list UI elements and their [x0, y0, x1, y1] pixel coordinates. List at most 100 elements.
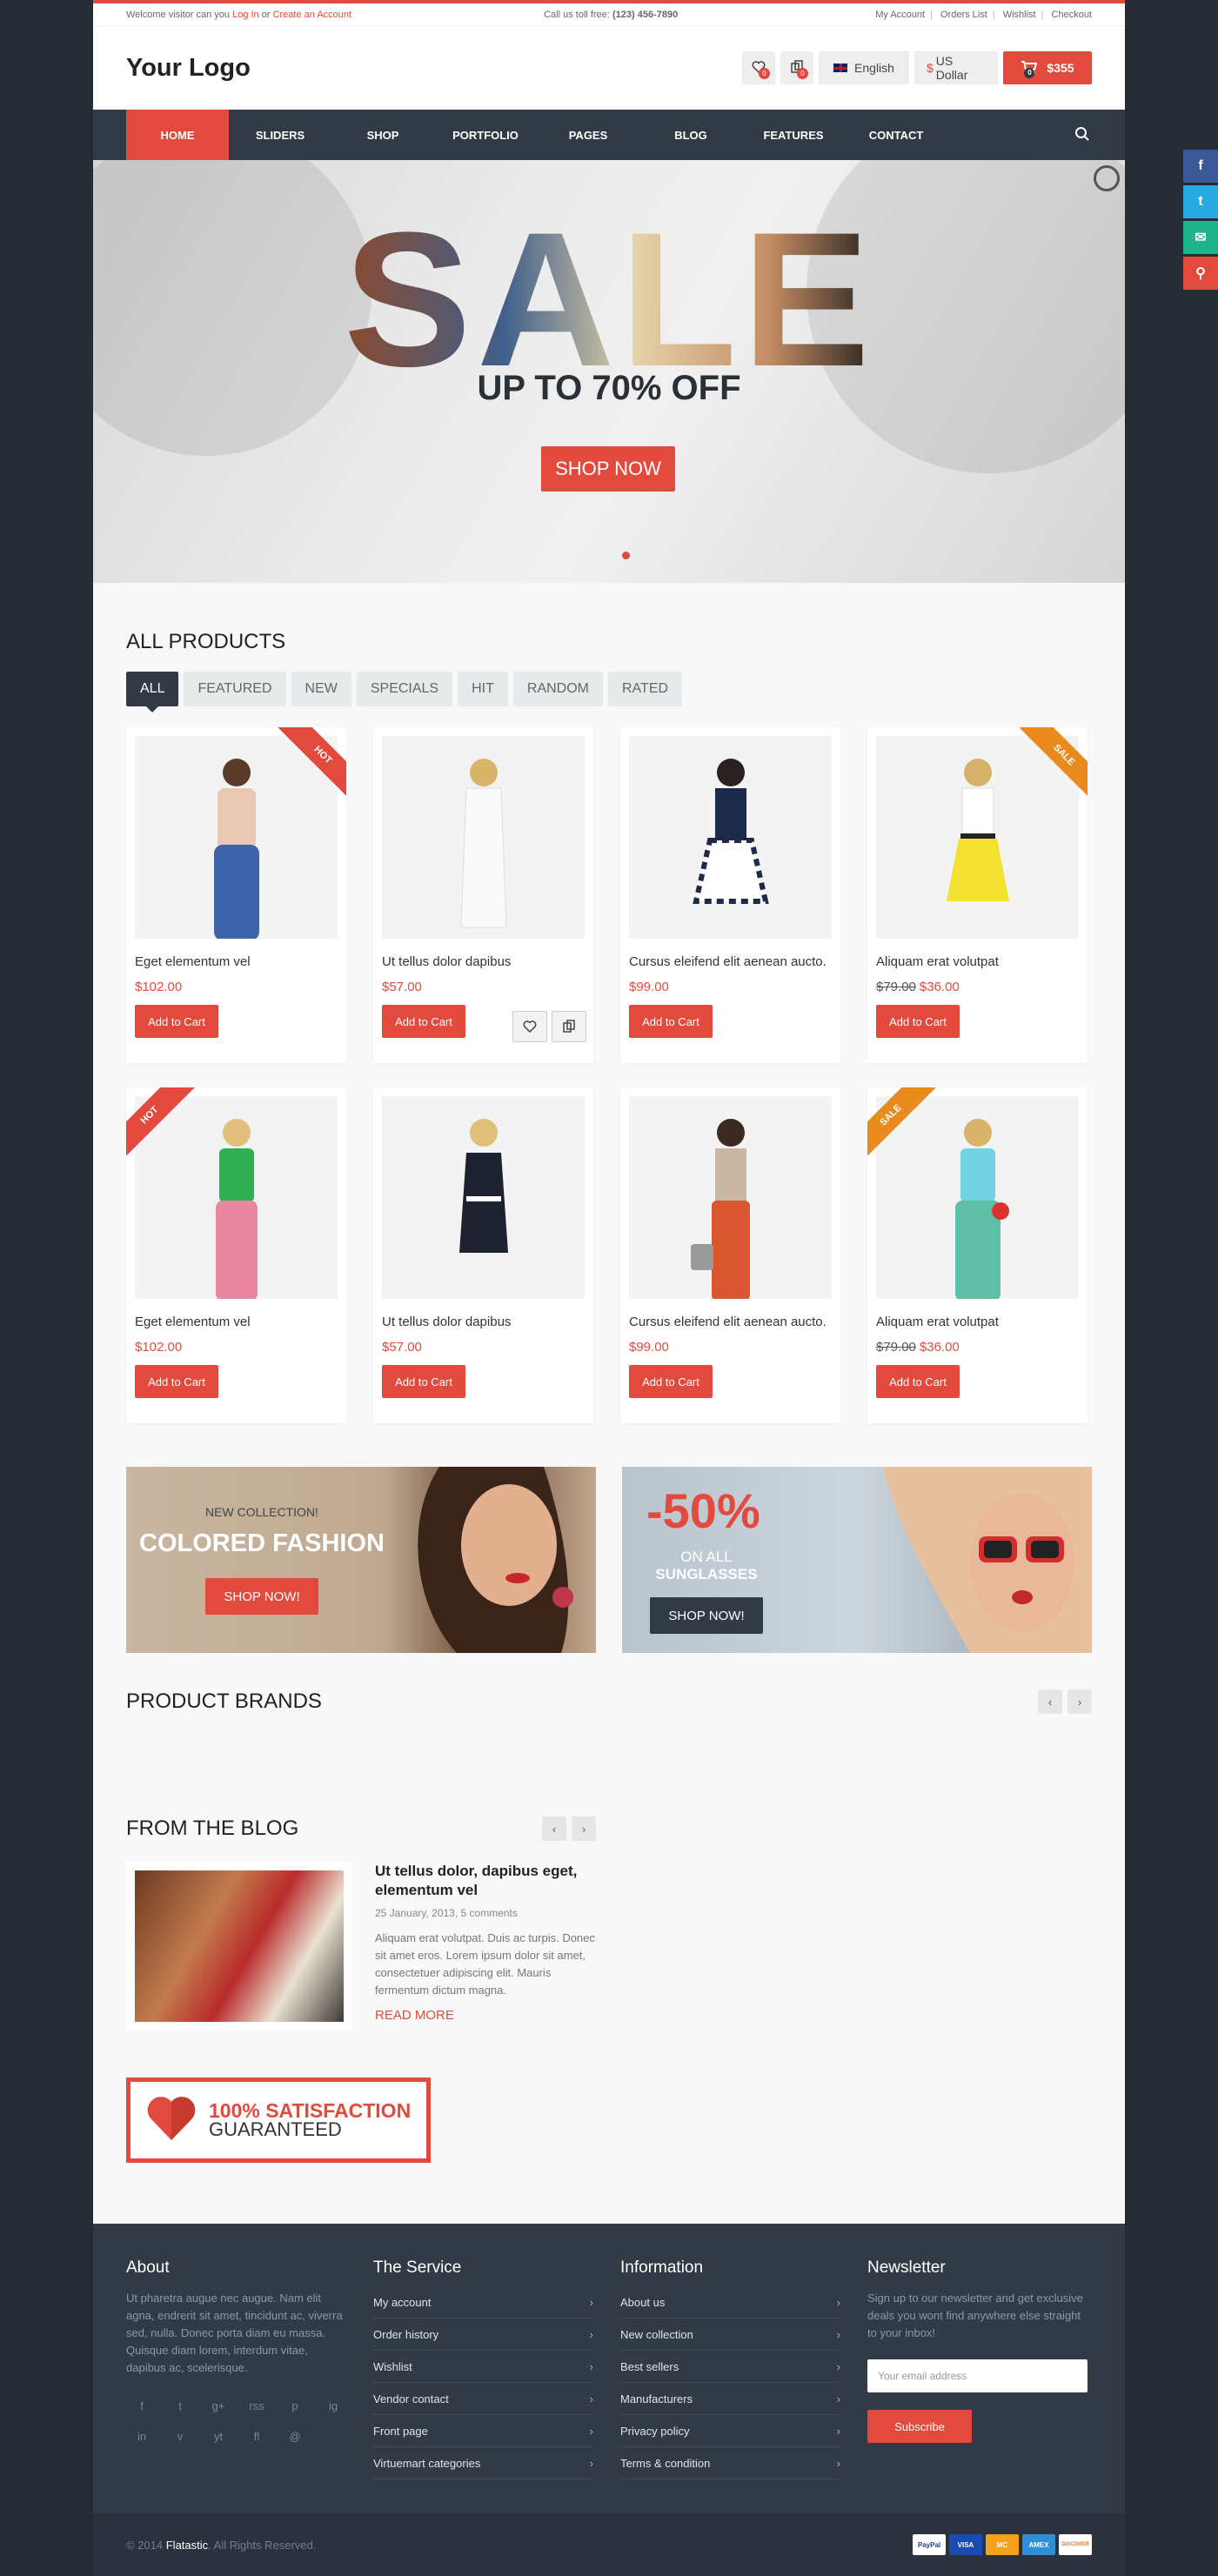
product-name[interactable]: Ut tellus dolor dapibus [382, 1315, 585, 1329]
youtube-icon[interactable]: yt [210, 2430, 227, 2443]
orders-list-link[interactable]: Orders List [940, 10, 987, 20]
pinterest-icon[interactable]: p [286, 2399, 304, 2412]
footer-link-wishlist[interactable]: Wishlist › [373, 2351, 593, 2383]
product-card[interactable]: SALE Aliquam erat volutpat $79.00 $36.00 … [867, 1087, 1088, 1423]
add-to-cart-button[interactable]: Add to Cart [382, 1365, 465, 1398]
product-name[interactable]: Aliquam erat volutpat [876, 1315, 1079, 1329]
hero-shop-now-button[interactable]: SHOP NOW [541, 446, 675, 492]
footer-link-best-sellers[interactable]: Best sellers › [620, 2351, 840, 2383]
footer-link-order-history[interactable]: Order history › [373, 2318, 593, 2351]
footer-link-new-collection[interactable]: New collection › [620, 2318, 840, 2351]
brands-prev-button[interactable]: ‹ [1038, 1689, 1062, 1714]
filter-rated[interactable]: RATED [608, 672, 683, 706]
filter-all[interactable]: ALL [126, 672, 179, 713]
footer-link-terms[interactable]: Terms & condition › [620, 2447, 840, 2479]
product-name[interactable]: Cursus eleifend elit aenean aucto. [629, 954, 832, 969]
instagram-icon[interactable]: ig [325, 2399, 342, 2412]
search-icon[interactable] [1074, 126, 1090, 146]
wishlist-heart-icon[interactable] [512, 1011, 547, 1042]
footer-link-manufacturers[interactable]: Manufacturers › [620, 2383, 840, 2415]
nav-pages[interactable]: PAGES [537, 110, 639, 160]
banner-shop-now-button[interactable]: SHOP NOW! [205, 1578, 318, 1615]
compare-icon[interactable] [552, 1011, 586, 1042]
product-image[interactable] [135, 1096, 338, 1299]
blog-post-title[interactable]: Ut tellus dolor, dapibus eget, elementum… [375, 1862, 596, 1900]
rss-icon[interactable]: rss [248, 2399, 265, 2412]
linkedin-icon[interactable]: in [133, 2430, 151, 2443]
footer-link-vendor-contact[interactable]: Vendor contact › [373, 2383, 593, 2415]
filter-featured[interactable]: FEATURED [184, 672, 286, 706]
product-image[interactable] [876, 1096, 1079, 1299]
email-icon[interactable]: @ [286, 2430, 304, 2443]
brand-link[interactable]: Flatastic [166, 2539, 208, 2552]
twitter-share-icon[interactable]: t [1183, 185, 1218, 218]
cart-button[interactable]: 0 $355 [1003, 51, 1092, 84]
wishlist-link[interactable]: Wishlist [1003, 10, 1036, 20]
newsletter-email-input[interactable]: Your email address [867, 2359, 1088, 2392]
facebook-share-icon[interactable]: f [1183, 150, 1218, 183]
add-to-cart-button[interactable]: Add to Cart [876, 1005, 960, 1038]
footer-link-front-page[interactable]: Front page › [373, 2415, 593, 2447]
nav-portfolio[interactable]: PORTFOLIO [434, 110, 537, 160]
google-plus-icon[interactable]: g+ [210, 2399, 227, 2412]
product-name[interactable]: Eget elementum vel [135, 954, 338, 969]
product-image[interactable] [135, 736, 338, 939]
colored-fashion-banner[interactable]: NEW COLLECTION! COLORED FASHION SHOP NOW… [126, 1467, 596, 1653]
add-to-cart-button[interactable]: Add to Cart [382, 1005, 465, 1038]
product-card[interactable]: Cursus eleifend elit aenean aucto. $99.0… [620, 727, 840, 1063]
read-more-link[interactable]: READ MORE [375, 2008, 596, 2023]
nav-shop[interactable]: SHOP [331, 110, 434, 160]
location-pin-icon[interactable]: ⚲ [1183, 257, 1218, 290]
sunglasses-banner[interactable]: -50% ON ALL SUNGLASSES SHOP NOW! [622, 1467, 1092, 1653]
add-to-cart-button[interactable]: Add to Cart [135, 1005, 218, 1038]
add-to-cart-button[interactable]: Add to Cart [135, 1365, 218, 1398]
currency-selector[interactable]: $ US Dollar [914, 51, 998, 84]
footer-link-my-account[interactable]: My account › [373, 2286, 593, 2318]
vimeo-icon[interactable]: v [171, 2430, 189, 2443]
product-name[interactable]: Eget elementum vel [135, 1315, 338, 1329]
product-image[interactable] [629, 736, 832, 939]
slider-dot[interactable] [622, 552, 630, 559]
product-card[interactable]: SALE Aliquam erat volutpat $79.00 $36.00 … [867, 727, 1088, 1063]
product-image[interactable] [629, 1096, 832, 1299]
product-name[interactable]: Cursus eleifend elit aenean aucto. [629, 1315, 832, 1329]
blog-post-image[interactable] [126, 1862, 352, 2031]
login-link[interactable]: Log In [232, 10, 259, 20]
twitter-icon[interactable]: t [171, 2399, 189, 2412]
product-card[interactable]: Ut tellus dolor dapibus $57.00 Add to Ca… [373, 1087, 593, 1423]
brands-next-button[interactable]: › [1067, 1689, 1092, 1714]
product-card[interactable]: Cursus eleifend elit aenean aucto. $99.0… [620, 1087, 840, 1423]
footer-link-privacy-policy[interactable]: Privacy policy › [620, 2415, 840, 2447]
compare-button[interactable]: 0 [780, 51, 813, 84]
nav-home[interactable]: HOME [126, 110, 229, 160]
nav-features[interactable]: FEATURES [742, 110, 845, 160]
blog-next-button[interactable]: › [572, 1817, 596, 1841]
product-image[interactable] [382, 736, 585, 939]
blog-prev-button[interactable]: ‹ [542, 1817, 566, 1841]
nav-sliders[interactable]: SLIDERS [229, 110, 331, 160]
banner-shop-now-button[interactable]: SHOP NOW! [650, 1597, 763, 1634]
product-image[interactable] [382, 1096, 585, 1299]
product-card[interactable]: HOT Eget elementum vel $102.00 Add to Ca… [126, 727, 346, 1063]
checkout-link[interactable]: Checkout [1052, 10, 1092, 20]
email-share-icon[interactable]: ✉ [1183, 221, 1218, 254]
my-account-link[interactable]: My Account [875, 10, 925, 20]
create-account-link[interactable]: Create an Account [273, 10, 352, 20]
subscribe-button[interactable]: Subscribe [867, 2410, 972, 2443]
language-selector[interactable]: English [819, 51, 909, 84]
logo[interactable]: Your Logo [126, 54, 251, 83]
facebook-icon[interactable]: f [133, 2399, 151, 2412]
filter-random[interactable]: RANDOM [512, 672, 603, 706]
add-to-cart-button[interactable]: Add to Cart [629, 1365, 713, 1398]
flickr-icon[interactable]: fl [248, 2430, 265, 2443]
add-to-cart-button[interactable]: Add to Cart [876, 1365, 960, 1398]
product-card[interactable]: Ut tellus dolor dapibus $57.00 Add to Ca… [373, 727, 593, 1063]
filter-hit[interactable]: HIT [458, 672, 508, 706]
nav-blog[interactable]: BLOG [639, 110, 742, 160]
nav-contact[interactable]: CONTACT [845, 110, 947, 160]
footer-link-virtuemart-categories[interactable]: Virtuemart categories › [373, 2447, 593, 2479]
filter-new[interactable]: NEW [291, 672, 351, 706]
product-name[interactable]: Aliquam erat volutpat [876, 954, 1079, 969]
product-name[interactable]: Ut tellus dolor dapibus [382, 954, 585, 969]
footer-link-about-us[interactable]: About us › [620, 2286, 840, 2318]
